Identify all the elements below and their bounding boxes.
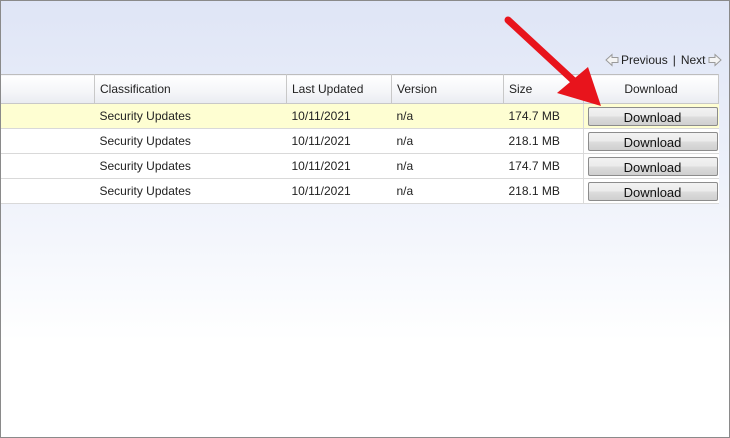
column-header-classification[interactable]: Classification	[94, 74, 287, 104]
size-cell: 218.1 MB	[503, 178, 584, 204]
previous-link[interactable]: Previous	[619, 53, 670, 67]
classification-cell: Security Updates	[94, 178, 287, 204]
title-cell	[1, 128, 95, 154]
download-button[interactable]: Download	[587, 156, 718, 176]
download-button[interactable]: Download	[587, 181, 718, 201]
column-header-last-updated[interactable]: Last Updated	[286, 74, 392, 104]
table-row: Security Updates 10/11/2021 n/a 218.1 MB…	[1, 178, 719, 204]
title-cell	[1, 103, 95, 129]
table-row: Security Updates 10/11/2021 n/a 174.7 MB…	[1, 153, 719, 179]
next-link[interactable]: Next	[679, 53, 708, 67]
classification-cell: Security Updates	[94, 128, 287, 154]
update-catalog-page: Previous | Next Classification Last Upda…	[0, 0, 730, 438]
download-cell: Download	[583, 153, 719, 179]
version-cell: n/a	[391, 103, 504, 129]
right-arrow-icon[interactable]	[708, 53, 722, 67]
table-header-row: Classification Last Updated Version Size…	[1, 74, 719, 104]
last-updated-cell: 10/11/2021	[286, 103, 392, 129]
download-cell: Download	[583, 178, 719, 204]
last-updated-cell: 10/11/2021	[286, 128, 392, 154]
size-cell: 218.1 MB	[503, 128, 584, 154]
classification-cell: Security Updates	[94, 103, 287, 129]
last-updated-cell: 10/11/2021	[286, 178, 392, 204]
download-cell: Download	[583, 103, 719, 129]
column-header-size[interactable]: Size	[503, 74, 584, 104]
title-cell	[1, 153, 95, 179]
title-cell	[1, 178, 95, 204]
version-cell: n/a	[391, 128, 504, 154]
last-updated-cell: 10/11/2021	[286, 153, 392, 179]
table-row: Security Updates 10/11/2021 n/a 218.1 MB…	[1, 128, 719, 154]
version-cell: n/a	[391, 153, 504, 179]
table-row: Security Updates 10/11/2021 n/a 174.7 MB…	[1, 103, 719, 129]
version-cell: n/a	[391, 178, 504, 204]
download-cell: Download	[583, 128, 719, 154]
column-header-version[interactable]: Version	[391, 74, 504, 104]
classification-cell: Security Updates	[94, 153, 287, 179]
column-header-title[interactable]	[1, 74, 95, 104]
column-header-download: Download	[583, 74, 719, 104]
pager-separator: |	[672, 53, 676, 67]
download-button[interactable]: Download	[587, 131, 718, 151]
updates-table: Classification Last Updated Version Size…	[1, 74, 719, 204]
pagination: Previous | Next	[605, 52, 722, 68]
size-cell: 174.7 MB	[503, 103, 584, 129]
download-button[interactable]: Download	[587, 106, 718, 126]
size-cell: 174.7 MB	[503, 153, 584, 179]
left-arrow-icon[interactable]	[605, 53, 619, 67]
